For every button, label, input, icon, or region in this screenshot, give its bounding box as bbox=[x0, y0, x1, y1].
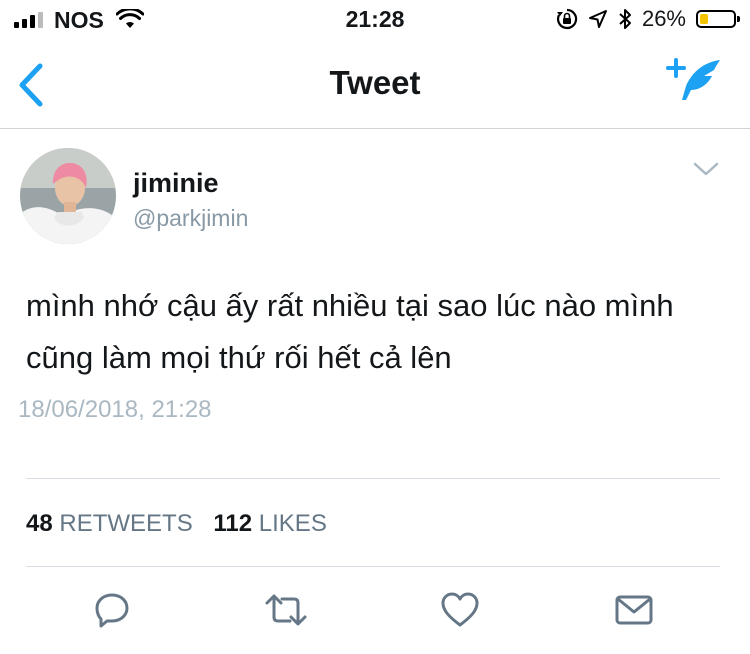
retweets-label[interactable]: RETWEETS bbox=[59, 510, 192, 537]
avatar-image bbox=[20, 148, 116, 244]
likes-label[interactable]: LIKES bbox=[259, 510, 327, 537]
tweet-action-bar bbox=[0, 588, 750, 634]
battery-level bbox=[700, 14, 708, 24]
retweet-icon bbox=[265, 594, 307, 626]
tweet-timestamp: 18/06/2018, 21:28 bbox=[18, 396, 212, 423]
battery-icon bbox=[696, 10, 740, 28]
like-icon bbox=[441, 592, 479, 627]
reply-icon bbox=[95, 593, 129, 628]
status-bar: NOS 21:28 26% bbox=[0, 0, 750, 40]
divider bbox=[26, 478, 720, 479]
chevron-down-icon[interactable] bbox=[692, 160, 720, 178]
direct-message-button[interactable] bbox=[612, 588, 656, 632]
rotation-lock-icon bbox=[556, 8, 578, 30]
retweet-button[interactable] bbox=[264, 588, 308, 632]
tweet-text: mình nhớ cậu ấy rất nhiều tại sao lúc nà… bbox=[26, 288, 674, 375]
like-button[interactable] bbox=[438, 588, 482, 632]
display-name[interactable]: jiminie bbox=[133, 168, 219, 199]
retweets-count[interactable]: 48 bbox=[26, 510, 53, 537]
location-arrow-icon bbox=[588, 10, 607, 28]
engagement-stats: 48 RETWEETS 112 LIKES bbox=[26, 510, 341, 538]
avatar[interactable] bbox=[20, 148, 116, 244]
user-handle[interactable]: @parkjimin bbox=[133, 205, 248, 232]
compose-tweet-icon[interactable] bbox=[664, 56, 722, 104]
battery-percent: 26% bbox=[641, 6, 686, 31]
reply-button[interactable] bbox=[90, 588, 134, 632]
divider bbox=[26, 566, 720, 567]
navigation-bar: Tweet bbox=[0, 40, 750, 129]
bluetooth-icon bbox=[619, 9, 631, 29]
direct-message-icon bbox=[615, 595, 653, 625]
page-title: Tweet bbox=[329, 64, 421, 101]
likes-count[interactable]: 112 bbox=[213, 510, 252, 537]
